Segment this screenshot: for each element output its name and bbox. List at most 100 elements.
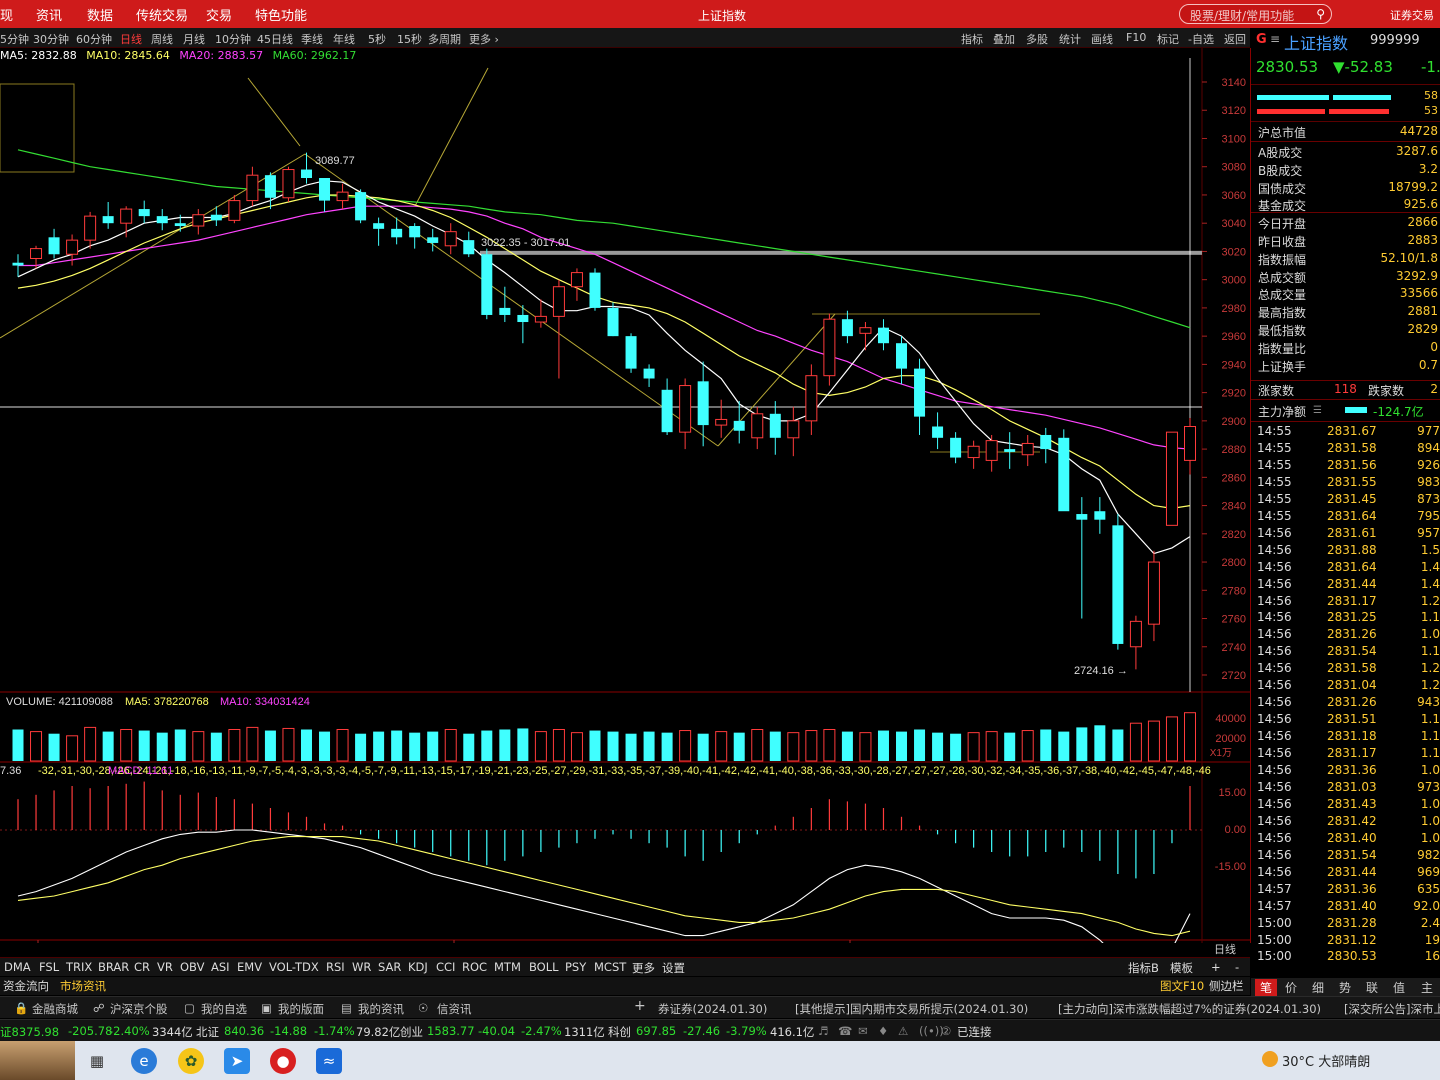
period-45day[interactable]: 45日线 (257, 31, 293, 47)
period-quarter[interactable]: 季线 (301, 31, 323, 47)
news-link-stocks[interactable]: 沪深京个股 (110, 1001, 168, 1017)
indicator-more[interactable]: 更多 (632, 960, 655, 976)
headset-icon[interactable]: ☎ (838, 1024, 852, 1038)
tab-link[interactable]: 联 (1366, 979, 1378, 996)
period-5sec[interactable]: 5秒 (368, 31, 386, 47)
indicator-kdj[interactable]: KDJ (408, 960, 428, 974)
edge-icon[interactable]: e (131, 1048, 157, 1074)
news-link-news[interactable]: 我的资讯 (358, 1001, 404, 1017)
tool-mark[interactable]: 标记 (1157, 31, 1179, 47)
speaker-icon[interactable]: ♬ (818, 1024, 828, 1038)
indicator-b[interactable]: 指标B (1128, 960, 1159, 976)
indicator-cr[interactable]: CR (134, 960, 150, 974)
alert-icon[interactable]: ⚠ (898, 1024, 908, 1038)
tab-market-news[interactable]: 市场资讯 (60, 978, 106, 994)
tool-watchlist[interactable]: -自选 (1188, 31, 1214, 47)
chat-icon[interactable]: ✉ (858, 1024, 868, 1038)
period-30min[interactable]: 30分钟 (33, 31, 69, 47)
tab-detail[interactable]: 细 (1312, 979, 1324, 996)
indicator-emv[interactable]: EMV (237, 960, 262, 974)
indicator-vol-tdx[interactable]: VOL-TDX (269, 960, 319, 974)
menu-item-traditional-trade[interactable]: 传统交易 (136, 5, 188, 24)
news-link-mall[interactable]: 金融商城 (32, 1001, 78, 1017)
indicator-settings[interactable]: 设置 (662, 960, 685, 976)
g-badge[interactable]: G (1256, 32, 1267, 47)
tab-trend[interactable]: 势 (1339, 979, 1351, 996)
remove-button[interactable]: - (1235, 960, 1239, 974)
period-weekly[interactable]: 周线 (151, 31, 173, 47)
bell-icon[interactable]: ♦ (878, 1024, 888, 1038)
tool-stats[interactable]: 统计 (1059, 31, 1081, 47)
indicator-mtm[interactable]: MTM (494, 960, 521, 974)
tool-multi-stock[interactable]: 多股 (1026, 31, 1048, 47)
period-5min[interactable]: 5分钟 (0, 31, 29, 47)
tab-main[interactable]: 主 (1421, 979, 1433, 996)
period-more[interactable]: 更多 › (469, 31, 499, 47)
template-button[interactable]: 模板 (1170, 960, 1193, 976)
securities-trade-link[interactable]: 证券交易 (1390, 7, 1434, 23)
tab-trades[interactable]: 笔 (1255, 979, 1278, 996)
tool-f10[interactable]: F10 (1126, 31, 1146, 44)
menu-item-news[interactable]: 资讯 (36, 5, 62, 24)
tool-draw[interactable]: 画线 (1091, 31, 1113, 47)
indicator-wr[interactable]: WR (352, 960, 371, 974)
headline-4[interactable]: [深交所公告]深市上 (1344, 1001, 1440, 1017)
tab-price[interactable]: 价 (1285, 979, 1297, 996)
menu-item-features[interactable]: 特色功能 (255, 5, 307, 24)
add-button[interactable]: + (1211, 960, 1221, 974)
indicator-rsi[interactable]: RSI (326, 960, 345, 974)
period-60min[interactable]: 60分钟 (76, 31, 112, 47)
search-icon[interactable]: ⚲ (1316, 7, 1325, 21)
indicator-cci[interactable]: CCI (436, 960, 455, 974)
menu-item-trade[interactable]: 交易 (206, 5, 232, 24)
indicator-roc[interactable]: ROC (462, 960, 487, 974)
indicator-dma[interactable]: DMA (4, 960, 31, 974)
indicator-mcst[interactable]: MCST (594, 960, 626, 974)
tab-sidebar[interactable]: 侧边栏 (1209, 978, 1244, 994)
search-box[interactable]: 股票/理财/常用功能 ⚲ (1179, 4, 1332, 24)
list-icon[interactable]: ☰ (1313, 405, 1322, 416)
tool-overlay[interactable]: 叠加 (993, 31, 1015, 47)
tool-back[interactable]: 返回 (1224, 31, 1246, 47)
tab-value[interactable]: 值 (1393, 979, 1405, 996)
menu-item-xian[interactable]: 现 (0, 5, 13, 24)
period-monthly[interactable]: 月线 (183, 31, 205, 47)
search-input[interactable]: 股票/理财/常用功能 (1190, 7, 1294, 24)
news-link-watchlist[interactable]: 我的自选 (201, 1001, 247, 1017)
indicator-sar[interactable]: SAR (378, 960, 401, 974)
indicator-vr[interactable]: VR (157, 960, 173, 974)
period-multi[interactable]: 多周期 (428, 31, 461, 47)
indicator-psy[interactable]: PSY (565, 960, 586, 974)
app-yellow-icon[interactable]: ✿ (178, 1048, 204, 1074)
kline-chart[interactable]: 3140 3120 3100 3080 3060 3040 3020 3000 2980 2960… (0, 48, 1250, 943)
tool-indicator[interactable]: 指标 (961, 31, 983, 47)
tab-capital-flow[interactable]: 资金流向 (3, 978, 49, 994)
headline-3[interactable]: [主力动向]深市涨跌幅超过7%的证券(2024.01.30) (1058, 1001, 1321, 1017)
news-link-info[interactable]: 信资讯 (437, 1001, 472, 1017)
period-daily[interactable]: 日线 (120, 31, 142, 47)
tab-f10[interactable]: 图文F10 (1160, 978, 1204, 994)
period-10min[interactable]: 10分钟 (215, 31, 251, 47)
period-year[interactable]: 年线 (333, 31, 355, 47)
indicator-brar[interactable]: BRAR (98, 960, 129, 974)
headline-2[interactable]: [其他提示]国内期市交易所提示(2024.01.30) (795, 1001, 1028, 1017)
add-news-button[interactable]: + (634, 998, 646, 1014)
volume-bar (877, 730, 889, 761)
stock-app-icon[interactable]: ● (270, 1048, 296, 1074)
news-link-layout[interactable]: 我的版面 (278, 1001, 324, 1017)
weather-icon[interactable] (1262, 1051, 1278, 1067)
indicator-trix[interactable]: TRIX (66, 960, 92, 974)
headline-1[interactable]: 券证券(2024.01.30) (658, 1001, 767, 1017)
app-blue-icon[interactable]: ➤ (224, 1048, 250, 1074)
tick-row: 14:56 2831.18 1.1 (1251, 729, 1440, 746)
indicator-asi[interactable]: ASI (211, 960, 230, 974)
menu-icon[interactable]: ≡ (1270, 32, 1280, 46)
period-15sec[interactable]: 15秒 (397, 31, 422, 47)
chart-app-icon[interactable]: ≈ (316, 1048, 342, 1074)
weather-text[interactable]: 30°C 大部晴朗 (1282, 1051, 1370, 1070)
indicator-obv[interactable]: OBV (180, 960, 204, 974)
indicator-fsl[interactable]: FSL (39, 960, 59, 974)
task-view-icon[interactable]: ▦ (84, 1048, 110, 1074)
menu-item-data[interactable]: 数据 (87, 5, 113, 24)
indicator-boll[interactable]: BOLL (529, 960, 559, 974)
